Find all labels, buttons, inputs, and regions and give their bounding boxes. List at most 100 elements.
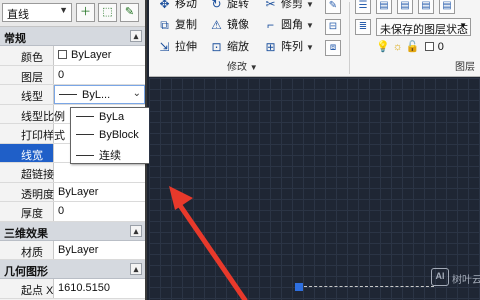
edit-tool-button[interactable]: ✎	[325, 0, 341, 14]
layer-state-value: 未保存的图层状态	[380, 24, 468, 36]
layers-panel-title[interactable]: 图层	[455, 61, 475, 76]
prop-row-material[interactable]: 材质 ByLayer	[0, 240, 145, 260]
layer-manager-button[interactable]: ≣	[355, 19, 371, 35]
array-icon: ⊞	[265, 40, 276, 54]
prop-row-start-x[interactable]: 起点 X 1610.5150	[0, 279, 145, 299]
linetype-value: ByL...	[82, 89, 111, 101]
chevron-down-icon[interactable]: ▼	[306, 21, 314, 30]
button-label: 旋转	[227, 0, 249, 10]
chevron-down-icon[interactable]: ⌄	[133, 88, 141, 99]
linetype-option-bylayer[interactable]: ByLa	[71, 108, 161, 126]
stretch-button[interactable]: ⇲ 拉伸	[155, 39, 197, 57]
modify-panel-title[interactable]: 修改 ▼	[227, 61, 258, 76]
prop-label: 材质	[0, 240, 54, 259]
fillet-icon: ⌐	[266, 18, 274, 32]
ribbon: ✥ 移动 ↻ 旋转 ✂ 修剪 ▼ ⧉ 复制 ⚠ 镜像 ⌐ 圆角 ▼ ⇲ 拉伸 ⊡ 缩放 ⊞ 阵列 ▼ ✎…	[149, 0, 480, 77]
chevron-down-icon: ▼	[249, 63, 258, 72]
prop-row-linetype[interactable]: 线型 ByL... ⌄	[0, 85, 145, 105]
option-label: ByBlock	[99, 129, 139, 141]
layer-tool-icon: ▤	[379, 0, 389, 11]
section-3d-title: 三维效果	[4, 227, 48, 240]
prop-value[interactable]	[54, 163, 145, 182]
selected-line[interactable]	[304, 286, 434, 287]
prop-row-hyperlink[interactable]: 超链接	[0, 163, 145, 183]
button-label: 缩放	[227, 41, 249, 53]
collapse-icon[interactable]: ▴	[130, 30, 142, 42]
lightbulb-icon: 💡	[376, 41, 390, 53]
move-icon: ✥	[159, 0, 170, 11]
pencil-icon: ✎	[328, 0, 338, 11]
palette-toolbar: 直线 ▼ ＋ ⬚ ✎	[0, 0, 145, 27]
prop-row-thickness[interactable]: 厚度 0	[0, 202, 145, 222]
prop-value[interactable]: ByLayer	[54, 241, 145, 260]
section-general[interactable]: 常规 ▴	[0, 27, 145, 46]
offset-button[interactable]: ⧈	[325, 40, 341, 56]
section-geometry[interactable]: 几何图形 ▴	[0, 260, 145, 279]
chevron-down-icon[interactable]: ▼	[306, 43, 314, 52]
layer-color-swatch	[424, 42, 434, 51]
prop-value[interactable]: 0	[54, 66, 145, 85]
mirror-button[interactable]: ⚠ 镜像	[207, 17, 249, 35]
rotate-icon: ↻	[211, 0, 222, 11]
prop-value[interactable]: 1610.5150	[54, 279, 145, 298]
sun-icon: ☼	[392, 41, 403, 53]
stretch-icon: ⇲	[159, 40, 170, 54]
collapse-icon[interactable]: ▴	[130, 224, 142, 237]
quick-select-button[interactable]: ✎	[120, 3, 139, 22]
select-objects-icon: ⬚	[102, 6, 113, 18]
scale-button[interactable]: ⊡ 缩放	[207, 39, 249, 57]
rotate-button[interactable]: ↻ 旋转	[207, 0, 249, 14]
layer-properties-button[interactable]: ☰	[355, 0, 371, 14]
watermark-logo: AI	[431, 268, 449, 286]
button-label: 移动	[175, 0, 197, 10]
object-type-select[interactable]: 直线 ▼	[2, 3, 72, 22]
linetype-option-continuous[interactable]: 连续	[71, 144, 161, 162]
prop-row-color[interactable]: 颜色 ByLayer	[0, 46, 145, 66]
explode-button[interactable]: ⊟	[325, 19, 341, 35]
prop-label: 厚度	[0, 202, 54, 221]
drawing-canvas[interactable]: AI 树叶云	[149, 78, 480, 300]
red-arrow-annotation	[169, 186, 248, 300]
layer-tool-button-1[interactable]: ▤	[376, 0, 392, 14]
button-label: 拉伸	[175, 41, 197, 53]
layer-tool-button-2[interactable]: ▤	[397, 0, 413, 14]
fillet-button[interactable]: ⌐ 圆角 ▼	[261, 17, 314, 35]
prop-label: 线宽	[0, 143, 54, 162]
button-label: 阵列	[281, 41, 303, 53]
chevron-down-icon[interactable]: ▼	[306, 0, 314, 9]
prop-label: 图层	[0, 65, 54, 84]
linetype-select[interactable]: ByL... ⌄	[54, 85, 145, 104]
chevron-down-icon: ▼	[59, 5, 68, 15]
linetype-line-icon	[59, 94, 77, 95]
color-value: ByLayer	[71, 49, 112, 61]
layer-tool-button-4[interactable]: ▤	[439, 0, 455, 14]
layer-state-select[interactable]: 未保存的图层状态 ▼	[376, 18, 471, 36]
prop-label: 超链接	[0, 163, 54, 182]
button-label: 圆角	[281, 19, 303, 31]
prop-label: 线型比例	[0, 104, 65, 123]
prop-row-layer[interactable]: 图层 0	[0, 65, 145, 85]
copy-button[interactable]: ⧉ 复制	[155, 17, 197, 35]
lock-icon: 🔓	[405, 41, 420, 53]
collapse-icon[interactable]: ▴	[130, 263, 142, 275]
array-button[interactable]: ⊞ 阵列 ▼	[261, 39, 314, 57]
move-button[interactable]: ✥ 移动	[155, 0, 197, 14]
line-grip-handle[interactable]	[295, 283, 303, 291]
watermark: AI 树叶云	[431, 268, 480, 296]
prop-row-transparency[interactable]: 透明度 ByLayer	[0, 182, 145, 202]
layer-value: 0	[437, 41, 444, 53]
trim-button[interactable]: ✂ 修剪 ▼	[261, 0, 314, 14]
select-objects-button[interactable]: ⬚	[98, 3, 117, 22]
prop-value[interactable]: 0	[54, 202, 145, 221]
panel-divider	[349, 2, 350, 74]
layer-control-select[interactable]: 💡 ☼ 🔓 0	[376, 40, 476, 58]
trim-icon: ✂	[265, 0, 276, 11]
toggle-pickadd-button[interactable]: ＋	[76, 3, 95, 22]
linetype-option-byblock[interactable]: ByBlock	[71, 126, 161, 144]
prop-value[interactable]: ByLayer	[54, 183, 145, 202]
layer-tool-button-3[interactable]: ▤	[418, 0, 434, 14]
button-label: 复制	[175, 19, 197, 31]
prop-value[interactable]: ByLayer	[54, 46, 145, 65]
section-3d-effects[interactable]: 三维效果 ▴	[0, 221, 145, 241]
offset-icon: ⧈	[329, 42, 337, 53]
